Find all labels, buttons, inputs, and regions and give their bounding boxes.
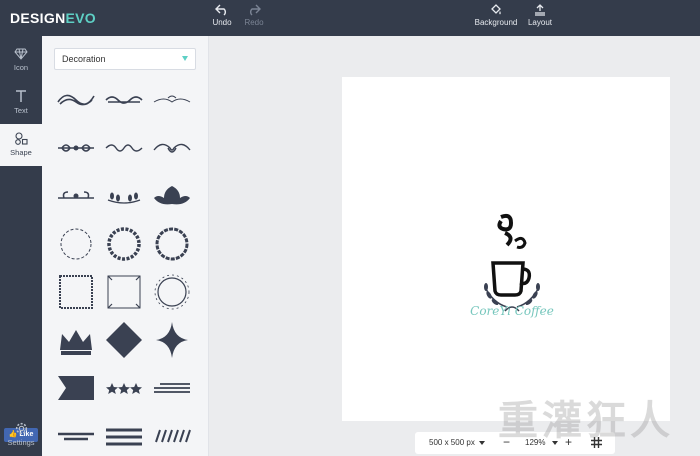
watermark: 重灌狂人 <box>498 398 674 444</box>
laurel-branch-shape[interactable] <box>102 176 146 216</box>
coffee-cup-logo[interactable] <box>467 207 557 317</box>
background-button[interactable]: Background <box>472 4 520 32</box>
nav-shape-label: Shape <box>10 148 32 157</box>
ribbon-shape[interactable] <box>54 368 98 408</box>
layout-button[interactable]: Layout <box>516 4 564 32</box>
layout-icon <box>535 4 545 16</box>
redo-icon <box>250 4 261 16</box>
lines-shape[interactable] <box>150 368 194 408</box>
flourish-shape[interactable] <box>54 128 98 168</box>
lines-shape[interactable] <box>102 416 146 456</box>
frame-shape[interactable] <box>54 272 98 312</box>
nav-text[interactable]: Text <box>0 82 42 124</box>
lines-shape[interactable] <box>54 416 98 456</box>
app-logo[interactable]: DESIGNEVO <box>10 10 96 26</box>
chevron-down-icon <box>182 56 188 61</box>
category-select-value: Decoration <box>62 54 106 64</box>
wreath-shape[interactable] <box>54 224 98 264</box>
frame-shape[interactable] <box>102 272 146 312</box>
paint-bucket-icon <box>491 4 501 15</box>
nav-icon-label: Icon <box>13 63 29 72</box>
left-nav: Icon Text Shape 👍 Like Settings <box>0 36 42 456</box>
wreath-shape[interactable] <box>150 224 194 264</box>
brand-text[interactable]: CoreYi Coffee <box>342 304 682 318</box>
ornament-shape[interactable] <box>150 176 194 216</box>
layout-label: Layout <box>527 18 553 27</box>
frame-shape[interactable] <box>150 272 194 312</box>
nav-settings[interactable]: Settings <box>0 414 42 456</box>
four-point-star-shape[interactable] <box>150 320 194 360</box>
redo-label: Redo <box>244 18 264 27</box>
flourish-shape[interactable] <box>150 128 194 168</box>
canvas-size-select[interactable]: 500 x 500 px <box>429 438 475 447</box>
flourish-shape[interactable] <box>150 80 194 120</box>
diamond-icon <box>14 48 28 60</box>
nav-settings-label: Settings <box>7 438 35 447</box>
flourish-shape[interactable] <box>54 80 98 120</box>
top-bar: DESIGNEVO Undo Redo Background Layout <box>0 0 700 36</box>
undo-label: Undo <box>212 18 232 27</box>
artboard[interactable]: CoreYi Coffee <box>342 77 670 421</box>
category-select[interactable]: Decoration <box>54 48 196 70</box>
flourish-shape[interactable] <box>102 128 146 168</box>
wreath-shape[interactable] <box>102 224 146 264</box>
slashes-shape[interactable] <box>150 416 194 456</box>
flourish-shape[interactable] <box>54 176 98 216</box>
nav-icon[interactable]: Icon <box>0 40 42 82</box>
redo-button[interactable]: Redo <box>230 4 278 32</box>
undo-icon <box>215 4 226 16</box>
crown-shape[interactable] <box>54 320 98 360</box>
nav-shape[interactable]: Shape <box>0 124 42 166</box>
three-stars-shape[interactable] <box>102 368 146 408</box>
gear-icon <box>15 422 27 435</box>
flourish-shape[interactable] <box>102 80 146 120</box>
chevron-down-icon[interactable] <box>479 441 485 445</box>
nav-text-label: Text <box>14 106 28 115</box>
diamond-shape[interactable] <box>102 320 146 360</box>
text-icon <box>16 90 26 102</box>
background-label: Background <box>474 18 518 27</box>
shape-panel: Decoration <box>42 36 209 456</box>
shapes-icon <box>15 132 28 145</box>
